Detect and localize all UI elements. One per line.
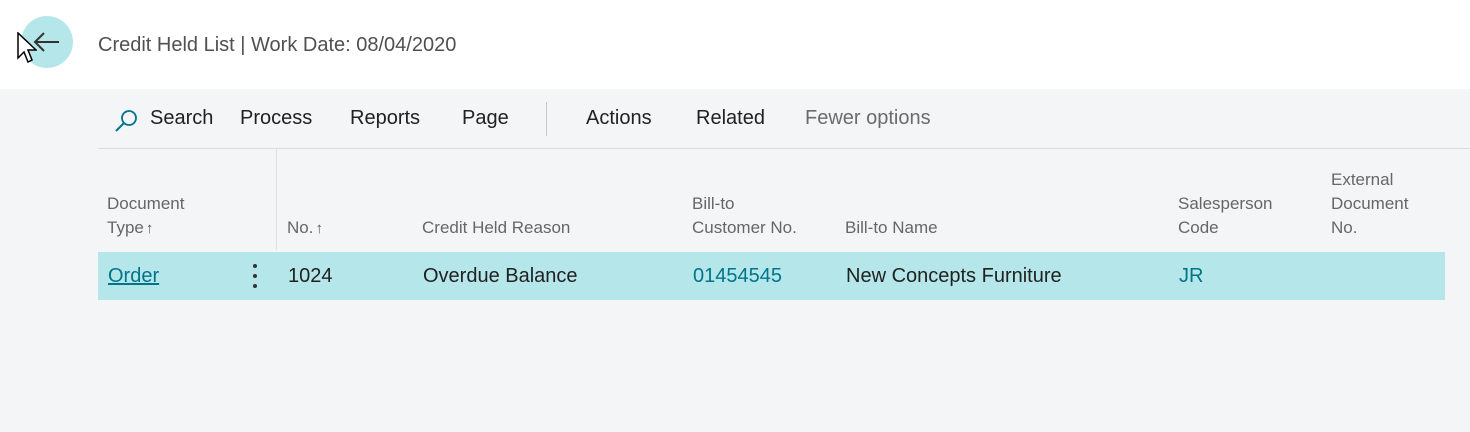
- fewer-options-button[interactable]: Fewer options: [805, 107, 931, 130]
- page-tab[interactable]: Page: [462, 107, 509, 130]
- header-bill-to-name[interactable]: Bill-to Name: [845, 216, 938, 240]
- mouse-cursor-icon: [17, 32, 37, 64]
- table-row[interactable]: Order 1024 Overdue Balance 01454545 New …: [98, 252, 1445, 300]
- cell-bill-to-name: New Concepts Furniture: [846, 265, 1062, 287]
- actions-tab[interactable]: Actions: [586, 107, 652, 130]
- cell-no: 1024: [288, 265, 333, 287]
- search-action[interactable]: Search: [150, 107, 213, 130]
- cell-bill-to-customer-no[interactable]: 01454545: [693, 265, 782, 288]
- page-title: Credit Held List | Work Date: 08/04/2020: [98, 34, 457, 56]
- arrow-left-icon: [33, 32, 59, 52]
- search-icon[interactable]: [114, 109, 138, 133]
- sort-ascending-icon: ↑: [315, 220, 323, 237]
- cell-salesperson-code[interactable]: JR: [1179, 265, 1203, 288]
- header-document-type[interactable]: Document Type ↑: [107, 192, 184, 241]
- process-tab[interactable]: Process: [240, 107, 312, 130]
- header-no[interactable]: No. ↑: [287, 216, 323, 241]
- header-external-document-no[interactable]: External Document No.: [1331, 168, 1408, 240]
- row-menu-button[interactable]: [248, 262, 262, 290]
- action-bar: Search Process Reports Page Actions Rela…: [98, 98, 1470, 149]
- reports-tab[interactable]: Reports: [350, 107, 420, 130]
- action-divider: [546, 102, 547, 136]
- header-salesperson-code[interactable]: Salesperson Code: [1178, 192, 1273, 240]
- related-tab[interactable]: Related: [696, 107, 765, 130]
- column-separator: [276, 149, 277, 250]
- header-credit-held-reason[interactable]: Credit Held Reason: [422, 216, 570, 240]
- document-type-link[interactable]: Order: [108, 265, 159, 288]
- header-bill-to-customer-no[interactable]: Bill-to Customer No.: [692, 192, 797, 240]
- sort-ascending-icon: ↑: [145, 220, 154, 237]
- top-bar: Credit Held List | Work Date: 08/04/2020: [0, 0, 1470, 89]
- cell-credit-held-reason: Overdue Balance: [423, 265, 578, 287]
